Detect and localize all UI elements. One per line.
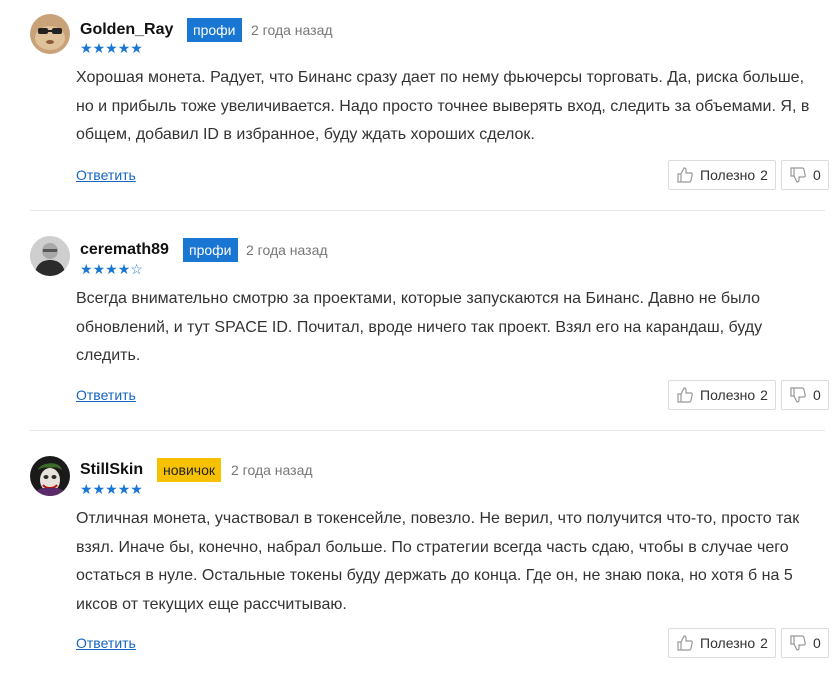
not-useful-button[interactable]: 0: [781, 160, 829, 190]
star-filled-icon: ★: [92, 481, 106, 497]
comment-text: Всегда внимательно смотрю за проектами, …: [76, 290, 763, 364]
not-useful-count: 0: [813, 387, 821, 403]
avatar[interactable]: [30, 456, 70, 496]
thumbs-up-icon: [677, 635, 693, 651]
star-filled-icon: ★: [80, 261, 93, 277]
star-filled-icon: ★: [80, 40, 93, 56]
username[interactable]: ceremath89: [80, 241, 169, 259]
useful-label: Полезно: [700, 387, 756, 403]
useful-button[interactable]: Полезно 2: [668, 160, 776, 190]
divider: [30, 210, 825, 211]
status-badge: профи: [183, 238, 238, 262]
star-filled-icon: ★: [117, 261, 131, 277]
useful-label: Полезно: [700, 167, 756, 183]
avatar[interactable]: [30, 236, 70, 276]
timestamp: 2 года назад: [251, 22, 333, 38]
star-filled-icon: ★: [130, 481, 143, 497]
comment-text: Отличная монета, участвовал в токенсейле…: [76, 510, 800, 613]
rating-stars: ★★★★★: [80, 482, 143, 496]
comment-text: Хорошая монета. Радует, что Бинанс сразу…: [76, 69, 810, 143]
thumbs-up-icon: [677, 167, 693, 183]
star-filled-icon: ★: [130, 40, 143, 56]
timestamp: 2 года назад: [231, 462, 313, 478]
not-useful-count: 0: [813, 167, 821, 183]
useful-button[interactable]: Полезно 2: [668, 628, 776, 658]
star-filled-icon: ★: [117, 40, 131, 56]
thumbs-down-icon: [790, 387, 806, 403]
not-useful-button[interactable]: 0: [781, 628, 829, 658]
thumbs-down-icon: [790, 167, 806, 183]
not-useful-count: 0: [813, 635, 821, 651]
useful-count: 2: [760, 387, 768, 403]
useful-count: 2: [760, 167, 768, 183]
divider: [30, 430, 825, 431]
not-useful-button[interactable]: 0: [781, 380, 829, 410]
star-filled-icon: ★: [105, 261, 118, 277]
username[interactable]: Golden_Ray: [80, 21, 173, 39]
star-filled-icon: ★: [92, 261, 106, 277]
star-filled-icon: ★: [117, 481, 131, 497]
status-badge: профи: [187, 18, 242, 42]
useful-label: Полезно: [700, 635, 756, 651]
reply-link[interactable]: Ответить: [76, 387, 136, 403]
star-filled-icon: ★: [80, 481, 93, 497]
star-filled-icon: ★: [105, 40, 118, 56]
avatar[interactable]: [30, 14, 70, 54]
useful-button[interactable]: Полезно 2: [668, 380, 776, 410]
useful-count: 2: [760, 635, 768, 651]
thumbs-down-icon: [790, 635, 806, 651]
thumbs-up-icon: [677, 387, 693, 403]
star-empty-icon: ☆: [130, 261, 143, 277]
star-filled-icon: ★: [105, 481, 118, 497]
reply-link[interactable]: Ответить: [76, 635, 136, 651]
star-filled-icon: ★: [92, 40, 106, 56]
reply-link[interactable]: Ответить: [76, 167, 136, 183]
rating-stars: ★★★★★: [80, 41, 143, 55]
rating-stars: ★★★★☆: [80, 262, 143, 276]
username[interactable]: StillSkin: [80, 461, 143, 479]
timestamp: 2 года назад: [246, 242, 328, 258]
status-badge: новичок: [157, 458, 221, 482]
